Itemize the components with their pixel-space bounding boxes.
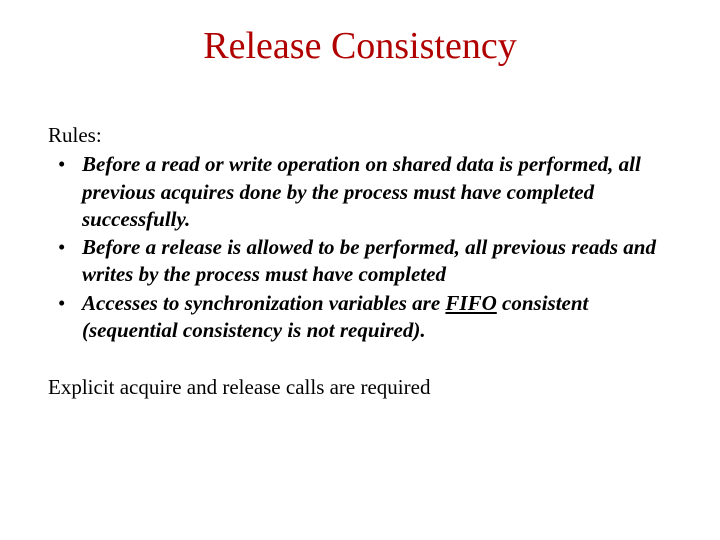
slide: Release Consistency Rules: Before a read…: [0, 0, 720, 540]
rules-list: Before a read or write operation on shar…: [48, 151, 672, 344]
rule-item: Before a read or write operation on shar…: [82, 151, 672, 233]
slide-title: Release Consistency: [48, 24, 672, 68]
rule-item: Before a release is allowed to be perfor…: [82, 234, 672, 289]
slide-body: Rules: Before a read or write operation …: [48, 122, 672, 402]
rule-text-pre: Accesses to synchronization variables ar…: [82, 291, 445, 315]
rule-item: Accesses to synchronization variables ar…: [82, 290, 672, 345]
footer-text: Explicit acquire and release calls are r…: [48, 374, 672, 401]
rules-label: Rules:: [48, 122, 672, 149]
fifo-text: FIFO: [445, 291, 496, 315]
